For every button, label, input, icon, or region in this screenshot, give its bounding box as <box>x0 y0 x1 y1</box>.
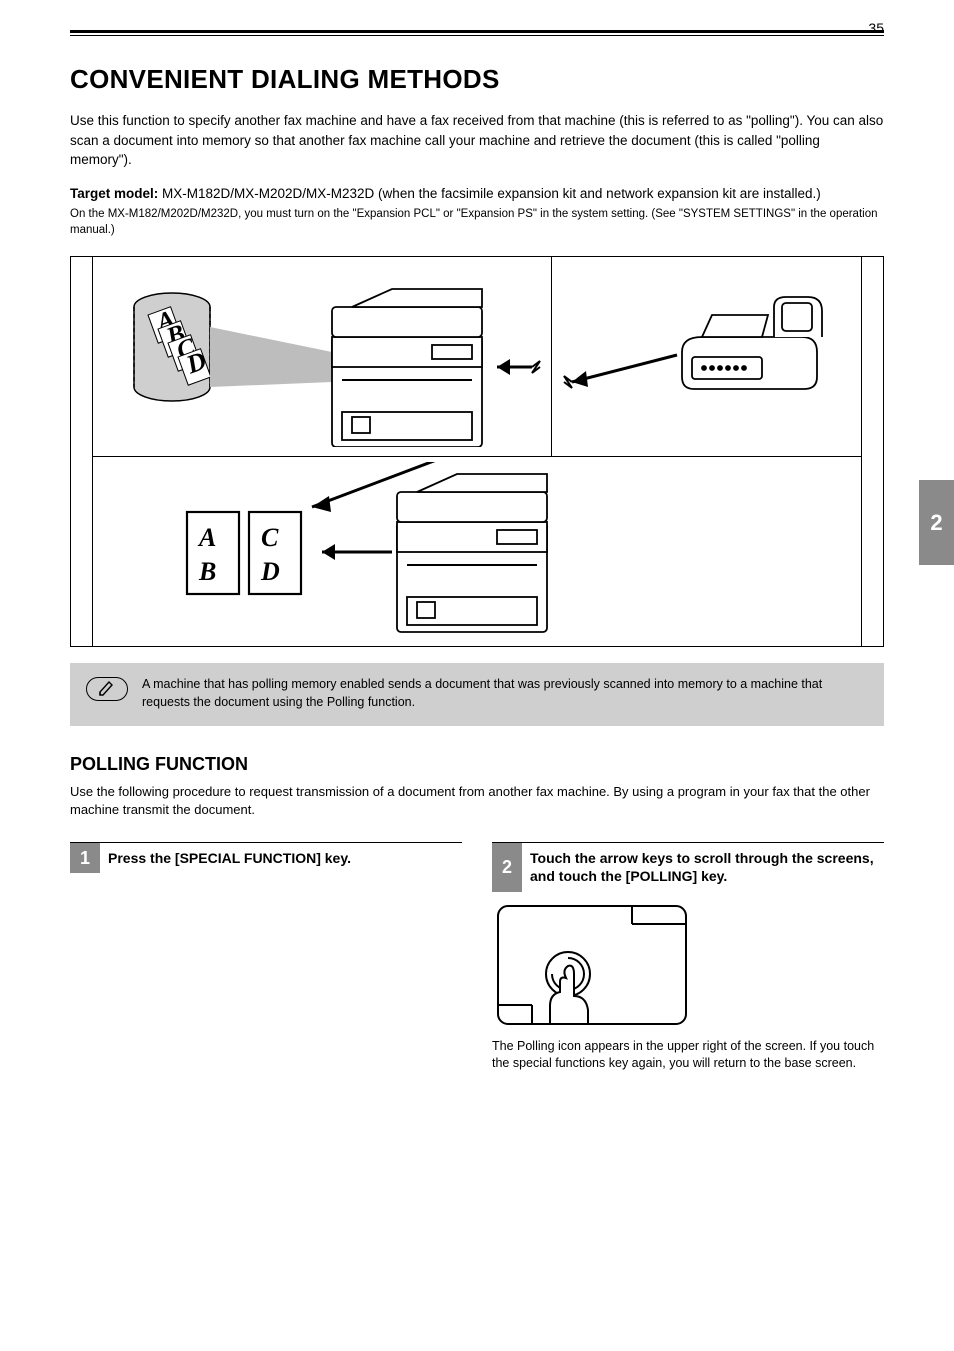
target-text: MX-M182D/MX-M202D/MX-M232D (when the fac… <box>162 186 821 201</box>
step-title: Press the [SPECIAL FUNCTION] key. <box>100 842 462 873</box>
settings-note: On the MX-M182/M202D/M232D, you must tur… <box>70 207 884 238</box>
your-machine-illustration: A B C D <box>102 267 542 447</box>
intro-paragraph: Use this function to specify another fax… <box>70 111 884 170</box>
step-1: 1 Press the [SPECIAL FUNCTION] key. <box>70 842 462 1072</box>
cell-output: A B C D <box>92 457 862 647</box>
svg-text:C: C <box>261 523 279 552</box>
page-number: 35 <box>868 20 884 36</box>
control-panel-illustration <box>492 900 692 1030</box>
right-bar <box>862 257 884 647</box>
svg-text:D: D <box>260 557 280 586</box>
subsection-intro: Use the following procedure to request t… <box>70 783 884 821</box>
page-title: CONVENIENT DIALING METHODS <box>70 64 884 95</box>
chapter-tab: 2 <box>919 480 954 565</box>
output-illustration: A B C D <box>97 462 857 642</box>
step-number: 2 <box>492 843 522 891</box>
svg-text:B: B <box>198 557 216 586</box>
remote-fax-illustration <box>562 277 852 437</box>
target-line: Target model: MX-M182D/MX-M202D/MX-M232D… <box>70 184 884 204</box>
steps-columns: 1 Press the [SPECIAL FUNCTION] key. 2 To… <box>70 842 884 1072</box>
left-bar <box>71 257 93 647</box>
step-2: 2 Touch the arrow keys to scroll through… <box>492 842 884 1072</box>
note-text: A machine that has polling memory enable… <box>142 675 868 711</box>
svg-text:A: A <box>197 523 216 552</box>
pencil-icon <box>98 681 116 697</box>
note-icon <box>86 677 128 701</box>
cell-your-machine: A B C D <box>92 257 552 457</box>
cell-remote-machine <box>552 257 862 457</box>
step-body: The Polling icon appears in the upper ri… <box>492 1038 884 1073</box>
target-label: Target model: <box>70 186 162 201</box>
subsection-heading: POLLING FUNCTION <box>70 754 884 775</box>
step-title: Touch the arrow keys to scroll through t… <box>522 842 884 891</box>
step-number: 1 <box>70 843 100 873</box>
polling-diagram: A B C D <box>70 256 884 647</box>
header-rule <box>70 30 884 36</box>
note-box: A machine that has polling memory enable… <box>70 663 884 725</box>
